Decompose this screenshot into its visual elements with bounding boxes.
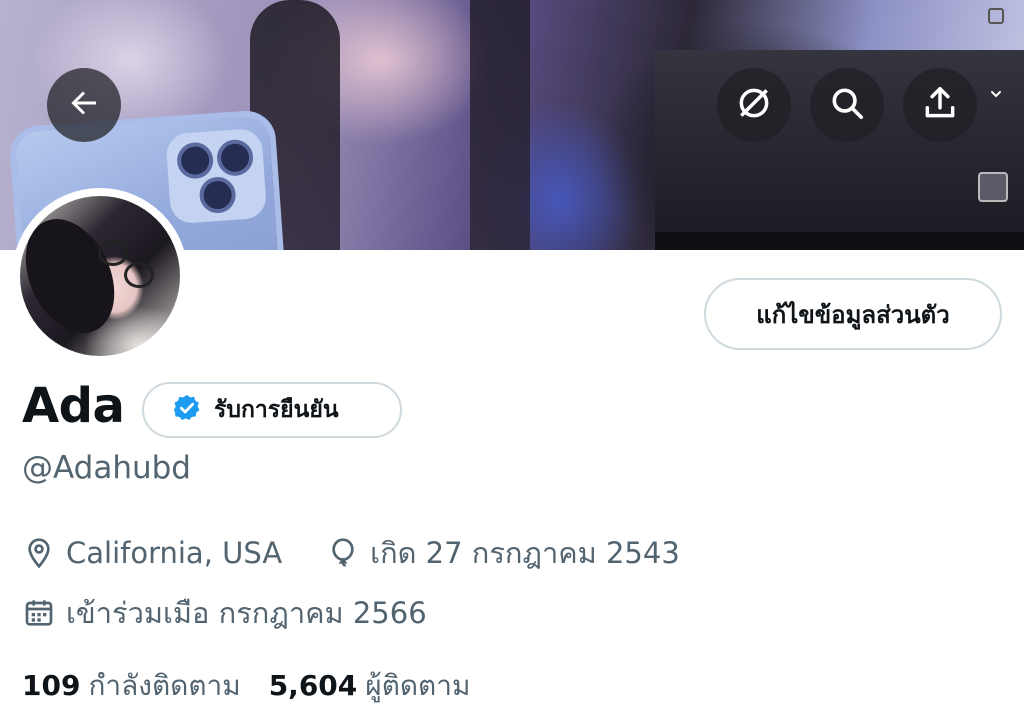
avatar-photo-detail [124, 262, 154, 288]
verified-badge-icon [172, 393, 202, 427]
follow-stats: 109 กำลังติดตาม 5,604 ผู้ติดตาม [22, 664, 470, 708]
arrow-left-icon [66, 85, 102, 125]
grok-button[interactable] [717, 68, 791, 142]
birthday-text: เกิด 27 กรกฎาคม 2543 [370, 536, 680, 570]
share-icon [921, 84, 959, 126]
joined-text: เข้าร่วมเมือ กรกฎาคม 2566 [66, 596, 427, 630]
following-count: 109 [22, 669, 81, 702]
grok-icon [735, 84, 773, 126]
location-text: California, USA [66, 536, 283, 570]
location-pin-icon [22, 536, 56, 570]
followers-count: 5,604 [268, 669, 358, 702]
followers-label: ผู้ติดตาม [365, 669, 471, 702]
avatar-photo-detail [20, 204, 132, 348]
edit-profile-button[interactable]: แก้ไขข้อมูลส่วนตัว [704, 278, 1002, 350]
banner-photo-detail [655, 232, 1024, 250]
share-button[interactable] [903, 68, 977, 142]
get-verified-label: รับการยืนยัน [214, 397, 339, 423]
phone-camera-lens [175, 141, 215, 180]
profile-meta-row: California, USA เกิด 27 กรกฎาคม 2543 [22, 530, 680, 576]
joined-row: เข้าร่วมเมือ กรกฎาคม 2566 [22, 590, 427, 636]
banner-photo-detail [470, 0, 530, 250]
balloon-icon [326, 536, 360, 570]
following-link[interactable]: 109 กำลังติดตาม [22, 664, 241, 708]
avatar[interactable] [12, 188, 188, 364]
following-label: กำลังติดตาม [88, 669, 241, 702]
calendar-icon [22, 596, 56, 630]
display-name: Ada [22, 378, 125, 434]
phone-camera-lens [198, 175, 237, 215]
more-button[interactable] [984, 84, 1008, 108]
chevron-down-icon [988, 86, 1004, 106]
back-button[interactable] [47, 68, 121, 142]
phone-camera-lens [215, 138, 255, 177]
banner-photo-detail [988, 8, 1004, 24]
banner-photo-detail [978, 172, 1008, 202]
joined-item: เข้าร่วมเมือ กรกฎาคม 2566 [22, 590, 427, 636]
get-verified-button[interactable]: รับการยืนยัน [142, 382, 402, 438]
avatar-photo-detail [98, 240, 128, 266]
user-handle: @Adahubd [22, 450, 191, 486]
followers-link[interactable]: 5,604 ผู้ติดตาม [269, 664, 471, 708]
birthday-item: เกิด 27 กรกฎาคม 2543 [326, 530, 680, 576]
avatar-photo [20, 196, 180, 356]
search-icon [828, 84, 866, 126]
search-button[interactable] [810, 68, 884, 142]
location-item: California, USA [22, 536, 282, 570]
phone-camera-block [165, 127, 268, 225]
